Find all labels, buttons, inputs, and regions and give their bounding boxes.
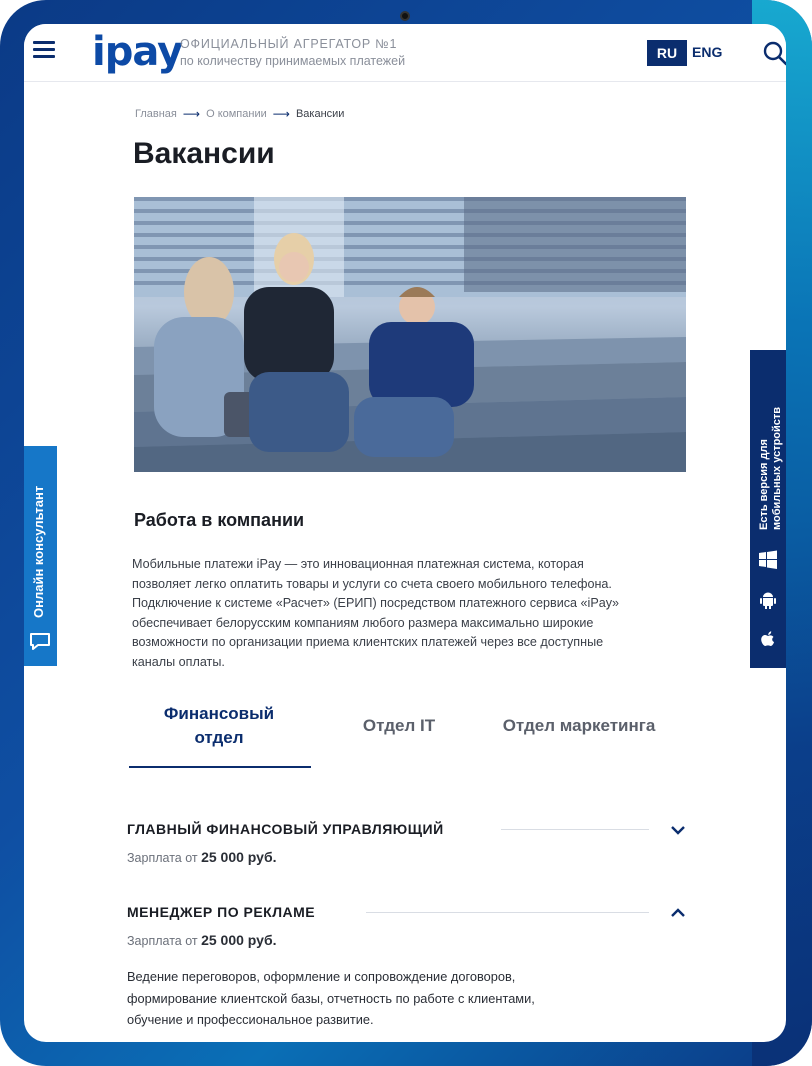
mobile-versions-tab[interactable]: Есть версия для мобильных устройств (750, 350, 786, 668)
vacancy-description: Ведение переговоров, оформление и сопров… (127, 966, 577, 1031)
hero-image (134, 197, 686, 472)
department-tabs: Финансовый отдел Отдел IT Отдел маркетин… (129, 702, 689, 772)
arrow-right-icon: ⟶ (182, 107, 201, 121)
tab-finance-line2: отдел (194, 728, 244, 747)
intro-line: Подключение к системе «Расчет» (ЕРИП) по… (132, 596, 620, 610)
mobile-label-line2: мобильных устройств (771, 406, 783, 530)
breadcrumb-current: Вакансии (295, 108, 345, 120)
vacancy-salary: Зарплата от 25 000 руб. (127, 849, 687, 865)
site-header: ipay ОФИЦИАЛЬНЫЙ АГРЕГАТОР №1 по количес… (24, 24, 786, 82)
intro-line: возможности по организации приема клиент… (132, 635, 604, 649)
vacancy-title[interactable]: МЕНЕДЖЕР ПО РЕКЛАМЕ (127, 904, 315, 920)
breadcrumb-about[interactable]: О компании (206, 108, 267, 120)
android-icon[interactable] (758, 590, 778, 610)
chat-icon (30, 633, 50, 650)
description-line: обучение и профессиональное развитие. (127, 1012, 374, 1027)
tablet-frame: ipay ОФИЦИАЛЬНЫЙ АГРЕГАТОР №1 по количес… (0, 0, 812, 1066)
salary-value: 25 000 руб. (201, 849, 277, 865)
apple-icon[interactable] (758, 630, 778, 650)
salary-prefix: Зарплата от (127, 851, 198, 865)
salary-prefix: Зарплата от (127, 934, 198, 948)
vacancy-item[interactable]: ГЛАВНЫЙ ФИНАНСОВЫЙ УПРАВЛЯЮЩИЙ Зарплата … (127, 821, 687, 865)
hero-illustration (134, 197, 686, 472)
intro-line: Мобильные платежи iPay — это инновационн… (132, 557, 584, 571)
mobile-label-line1: Есть версия для (758, 439, 770, 530)
screen: ipay ОФИЦИАЛЬНЫЙ АГРЕГАТОР №1 по количес… (24, 24, 786, 1042)
lang-eng-button[interactable]: ENG (692, 44, 722, 60)
intro-line: каналы оплаты. (132, 654, 225, 669)
intro-paragraph: Мобильные платежи iPay — это инновационн… (132, 555, 672, 672)
online-consultant-tab[interactable]: Онлайн консультант (24, 446, 57, 666)
search-icon[interactable] (762, 40, 786, 66)
page-title: Вакансии (133, 137, 275, 170)
active-tab-indicator (129, 766, 311, 768)
menu-icon[interactable] (33, 41, 55, 59)
consultant-label: Онлайн консультант (31, 485, 46, 618)
tagline-line1: ОФИЦИАЛЬНЫЙ АГРЕГАТОР №1 (180, 37, 398, 51)
vacancy-title[interactable]: ГЛАВНЫЙ ФИНАНСОВЫЙ УПРАВЛЯЮЩИЙ (127, 821, 444, 837)
intro-line: обеспечивает белорусским компаниям любог… (132, 615, 594, 630)
breadcrumb-home[interactable]: Главная (135, 108, 177, 120)
chevron-up-icon[interactable] (669, 904, 687, 922)
description-line: формирование клиентской базы, отчетность… (127, 990, 535, 1006)
windows-icon[interactable] (758, 550, 778, 570)
salary-value: 25 000 руб. (201, 932, 277, 948)
lang-ru-button[interactable]: RU (647, 40, 687, 66)
vacancy-salary: Зарплата от 25 000 руб. (127, 932, 687, 948)
tab-it[interactable]: Отдел IT (339, 714, 459, 738)
vacancy-divider (501, 829, 649, 830)
tab-finance-line1: Финансовый (163, 704, 275, 723)
mobile-label: Есть версия для мобильных устройств (758, 407, 784, 530)
section-title: Работа в компании (134, 510, 305, 530)
intro-line: позволяет легко оплатить товары и услуги… (132, 576, 612, 591)
arrow-right-icon: ⟶ (272, 107, 290, 121)
tab-marketing[interactable]: Отдел маркетинга (479, 714, 679, 738)
header-tagline: ОФИЦИАЛЬНЫЙ АГРЕГАТОР №1 по количеству п… (180, 36, 405, 70)
vacancy-item[interactable]: МЕНЕДЖЕР ПО РЕКЛАМЕ Зарплата от 25 000 р… (127, 904, 687, 1031)
tagline-line2: по количеству принимаемых платежей (180, 54, 406, 68)
ipay-logo[interactable]: ipay (92, 28, 183, 76)
tab-finance[interactable]: Финансовый отдел (129, 702, 309, 750)
camera (400, 11, 410, 21)
vacancy-divider (366, 912, 649, 913)
chevron-down-icon[interactable] (669, 821, 687, 839)
description-line: Ведение переговоров, оформление и сопров… (127, 969, 516, 984)
breadcrumb: Главная ⟶ О компании ⟶ Вакансии (135, 107, 344, 121)
